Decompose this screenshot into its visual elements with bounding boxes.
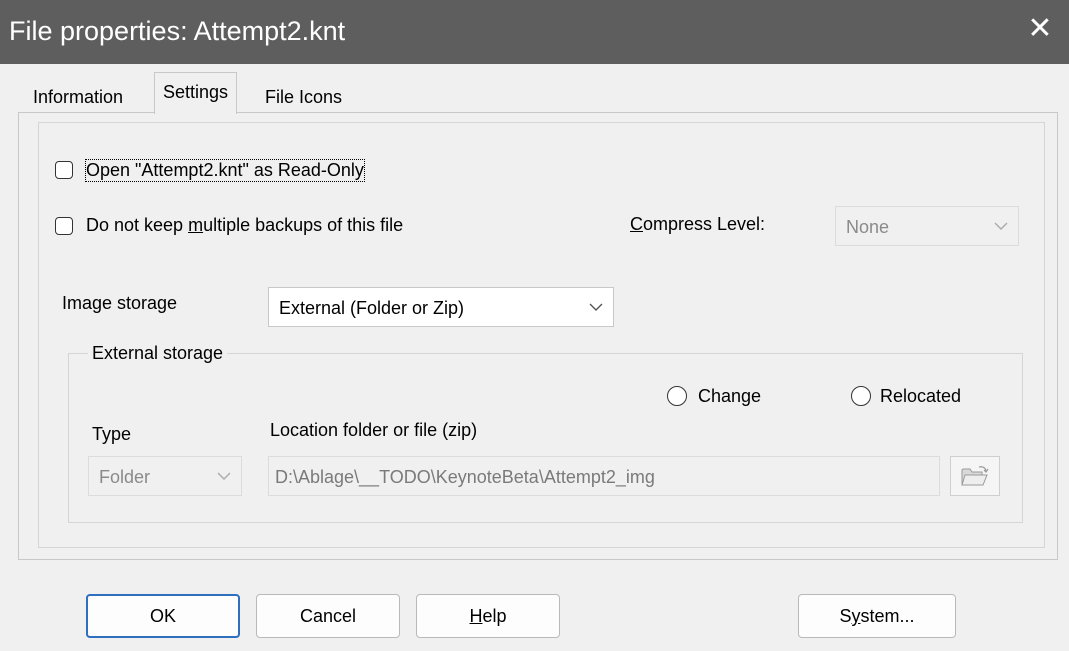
help-button[interactable]: Help xyxy=(416,594,560,638)
location-value: D:\Ablage\__TODO\KeynoteBeta\Attempt2_im… xyxy=(275,467,655,487)
chevron-down-icon xyxy=(589,296,603,317)
title-bar: File properties: Attempt2.knt ✕ xyxy=(0,0,1069,64)
compress-level-value: None xyxy=(846,217,890,237)
change-radio-label[interactable]: Change xyxy=(698,386,761,407)
tab-settings[interactable]: Settings xyxy=(154,72,238,114)
read-only-checkbox[interactable] xyxy=(55,161,73,179)
compress-level-select[interactable]: None xyxy=(835,206,1019,246)
image-storage-select[interactable]: External (Folder or Zip) xyxy=(268,287,614,327)
image-storage-label: Image storage xyxy=(62,293,178,313)
chevron-down-icon xyxy=(217,465,231,486)
tab-information[interactable]: Information xyxy=(24,80,132,114)
ok-button[interactable]: OK xyxy=(86,594,240,638)
location-field[interactable]: D:\Ablage\__TODO\KeynoteBeta\Attempt2_im… xyxy=(268,456,940,496)
relocated-radio-label[interactable]: Relocated xyxy=(880,386,961,407)
close-icon[interactable]: ✕ xyxy=(1025,14,1055,44)
type-value: Folder xyxy=(99,467,151,487)
image-storage-value: External (Folder or Zip) xyxy=(279,298,465,318)
chevron-down-icon xyxy=(994,215,1008,236)
location-label: Location folder or file (zip) xyxy=(270,420,478,440)
no-backups-label[interactable]: Do not keep multiple backups of this fil… xyxy=(86,215,403,236)
compress-level-label: Compress Level: xyxy=(630,214,766,234)
browse-button[interactable] xyxy=(950,456,1000,496)
no-backups-checkbox[interactable] xyxy=(55,217,73,235)
folder-open-icon xyxy=(961,466,989,486)
system-button[interactable]: System... xyxy=(798,594,956,638)
external-storage-label: External storage xyxy=(88,343,228,364)
read-only-label[interactable]: Open "Attempt2.knt" as Read-Only xyxy=(85,159,365,182)
tab-file-icons[interactable]: File Icons xyxy=(256,80,351,114)
type-select[interactable]: Folder xyxy=(88,456,242,496)
cancel-button[interactable]: Cancel xyxy=(256,594,400,638)
window-title: File properties: Attempt2.knt xyxy=(9,16,346,46)
external-storage-group xyxy=(68,353,1023,523)
change-radio[interactable] xyxy=(667,386,687,406)
relocated-radio[interactable] xyxy=(851,386,871,406)
type-label: Type xyxy=(92,424,132,444)
